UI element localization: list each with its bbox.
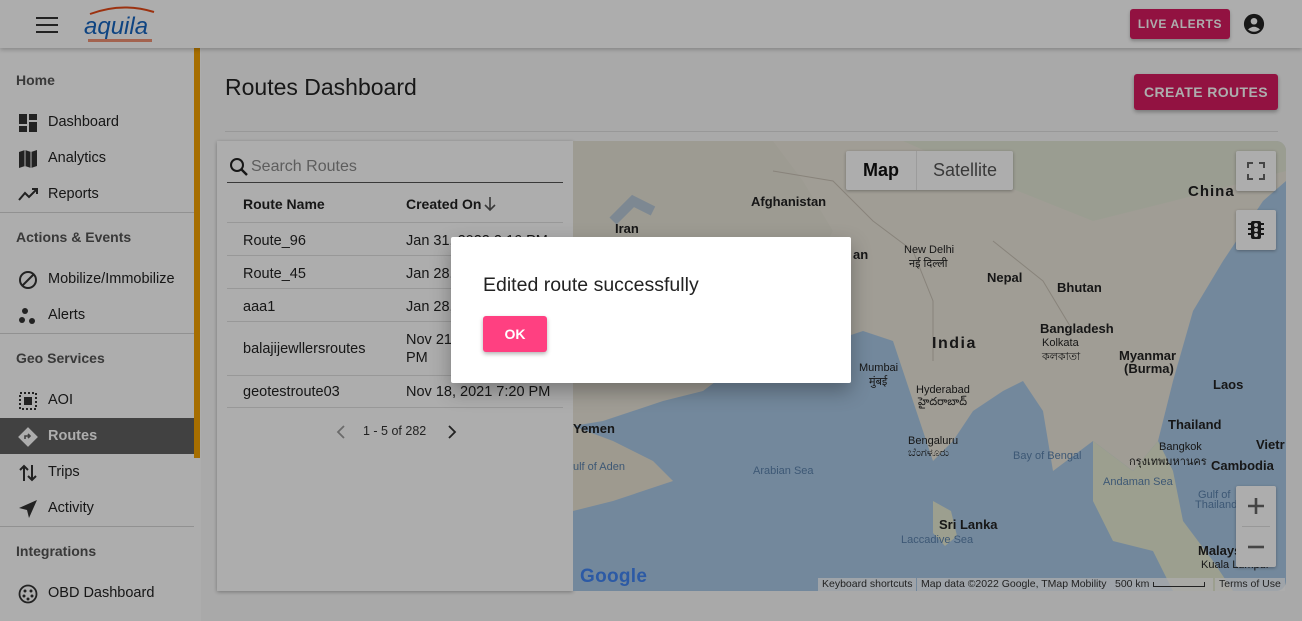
dialog-message: Edited route successfully — [483, 274, 699, 296]
success-dialog: Edited route successfully OK — [451, 237, 851, 383]
ok-button[interactable]: OK — [483, 316, 547, 352]
